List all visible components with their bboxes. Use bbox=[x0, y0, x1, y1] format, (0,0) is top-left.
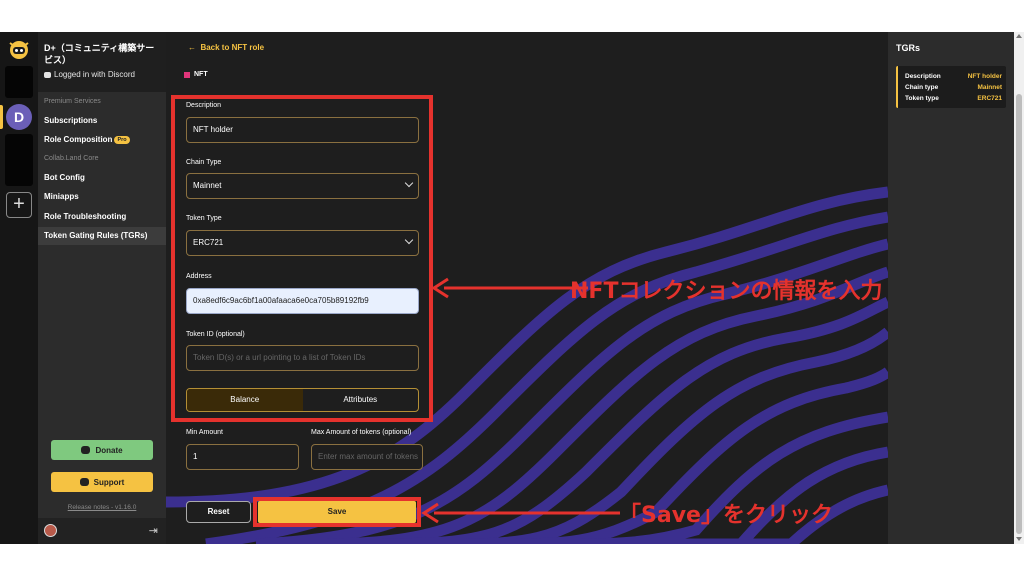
main-content: ← Back to NFT role NFT Description NFT h… bbox=[166, 32, 888, 544]
sidebar-item-subscriptions[interactable]: Subscriptions bbox=[38, 112, 166, 130]
sidebar-footer: ⇥ bbox=[38, 518, 166, 544]
support-label: Support bbox=[93, 477, 125, 487]
login-status-text: Logged in with Discord bbox=[54, 70, 135, 79]
scroll-up-icon[interactable] bbox=[1016, 34, 1022, 38]
discord-icon bbox=[79, 478, 89, 486]
summary-row: Token type ERC721 bbox=[905, 93, 1002, 104]
summary-row: Chain type Mainnet bbox=[905, 82, 1002, 93]
donate-label: Donate bbox=[95, 445, 123, 455]
nft-tag-text: NFT bbox=[194, 71, 208, 78]
summary-value: Mainnet bbox=[977, 84, 1002, 91]
section-premium-services: Premium Services bbox=[44, 98, 101, 105]
active-server-indicator bbox=[0, 105, 3, 129]
scroll-down-icon[interactable] bbox=[1016, 537, 1022, 541]
summary-key: Token type bbox=[905, 95, 939, 102]
support-button[interactable]: Support bbox=[51, 472, 153, 492]
app-window: D + D+（コミュニティ構築サービス） Logged in with Disc… bbox=[0, 32, 1024, 544]
max-amount-input[interactable]: Enter max amount of tokens bbox=[311, 444, 423, 470]
nft-tag-square bbox=[184, 71, 190, 78]
section-collabland-core: Collab.Land Core bbox=[44, 155, 99, 162]
server-icon-placeholder[interactable] bbox=[5, 134, 33, 186]
annotation-save-highlight bbox=[253, 497, 421, 527]
annotation-arrow-icon bbox=[431, 277, 588, 299]
summary-value: NFT holder bbox=[967, 73, 1002, 80]
tgr-summary-card[interactable]: Description NFT holder Chain type Mainne… bbox=[896, 66, 1006, 108]
sidebar-item-tgrs[interactable]: Token Gating Rules (TGRs) bbox=[38, 227, 166, 245]
annotation-save-note: 「Save」をクリック bbox=[619, 503, 833, 528]
server-icon-placeholder[interactable] bbox=[5, 66, 33, 98]
release-notes-link[interactable]: Release notes - v1.16.0 bbox=[38, 504, 166, 511]
donate-button[interactable]: Donate bbox=[51, 440, 153, 460]
annotation-arrow-icon bbox=[421, 502, 620, 524]
sidebar-item-role-troubleshooting[interactable]: Role Troubleshooting bbox=[38, 208, 166, 226]
sidebar-item-role-composition[interactable]: Role Composition Pro bbox=[38, 131, 166, 149]
summary-row: Description NFT holder bbox=[905, 71, 1002, 82]
summary-key: Chain type bbox=[905, 84, 939, 91]
logout-icon[interactable]: ⇥ bbox=[149, 524, 158, 537]
sidebar-item-miniapps[interactable]: Miniapps bbox=[38, 188, 166, 206]
annotation-input-note: NFTコレクションの情報を入力 bbox=[570, 279, 883, 304]
avatar[interactable] bbox=[44, 524, 57, 537]
pro-badge: Pro bbox=[114, 135, 130, 144]
sidebar-item-bot-config[interactable]: Bot Config bbox=[38, 169, 166, 187]
back-label: Back to NFT role bbox=[200, 43, 265, 52]
server-rail: D + bbox=[0, 32, 38, 544]
server-icon-dplus[interactable]: D bbox=[6, 104, 32, 130]
nft-section-tag: NFT bbox=[184, 71, 208, 78]
max-amount-label: Max Amount of tokens (optional) bbox=[311, 429, 412, 436]
tgrs-title: TGRs bbox=[896, 43, 921, 53]
sidebar-header: D+（コミュニティ構築サービス） Logged in with Discord bbox=[38, 32, 166, 92]
min-amount-label: Min Amount bbox=[186, 429, 223, 436]
tgrs-summary-panel: TGRs Description NFT holder Chain type M… bbox=[888, 32, 1014, 544]
min-amount-input[interactable]: 1 bbox=[186, 444, 299, 470]
add-server-button[interactable]: + bbox=[6, 192, 32, 218]
scrollbar[interactable] bbox=[1014, 32, 1024, 544]
discord-icon bbox=[81, 446, 91, 454]
summary-key: Description bbox=[905, 73, 941, 80]
back-to-nft-role-link[interactable]: ← Back to NFT role bbox=[188, 43, 264, 52]
collabland-logo-icon[interactable] bbox=[6, 38, 32, 60]
reset-button[interactable]: Reset bbox=[186, 501, 251, 523]
discord-icon bbox=[44, 71, 51, 78]
sidebar-item-label: Role Composition bbox=[44, 135, 113, 144]
arrow-left-icon: ← bbox=[188, 43, 201, 52]
scrollbar-thumb[interactable] bbox=[1016, 94, 1022, 534]
annotation-form-highlight bbox=[171, 95, 433, 422]
sidebar: D+（コミュニティ構築サービス） Logged in with Discord … bbox=[38, 32, 166, 544]
login-status: Logged in with Discord bbox=[44, 70, 160, 79]
server-name: D+（コミュニティ構築サービス） bbox=[44, 43, 155, 65]
summary-value: ERC721 bbox=[977, 95, 1002, 102]
